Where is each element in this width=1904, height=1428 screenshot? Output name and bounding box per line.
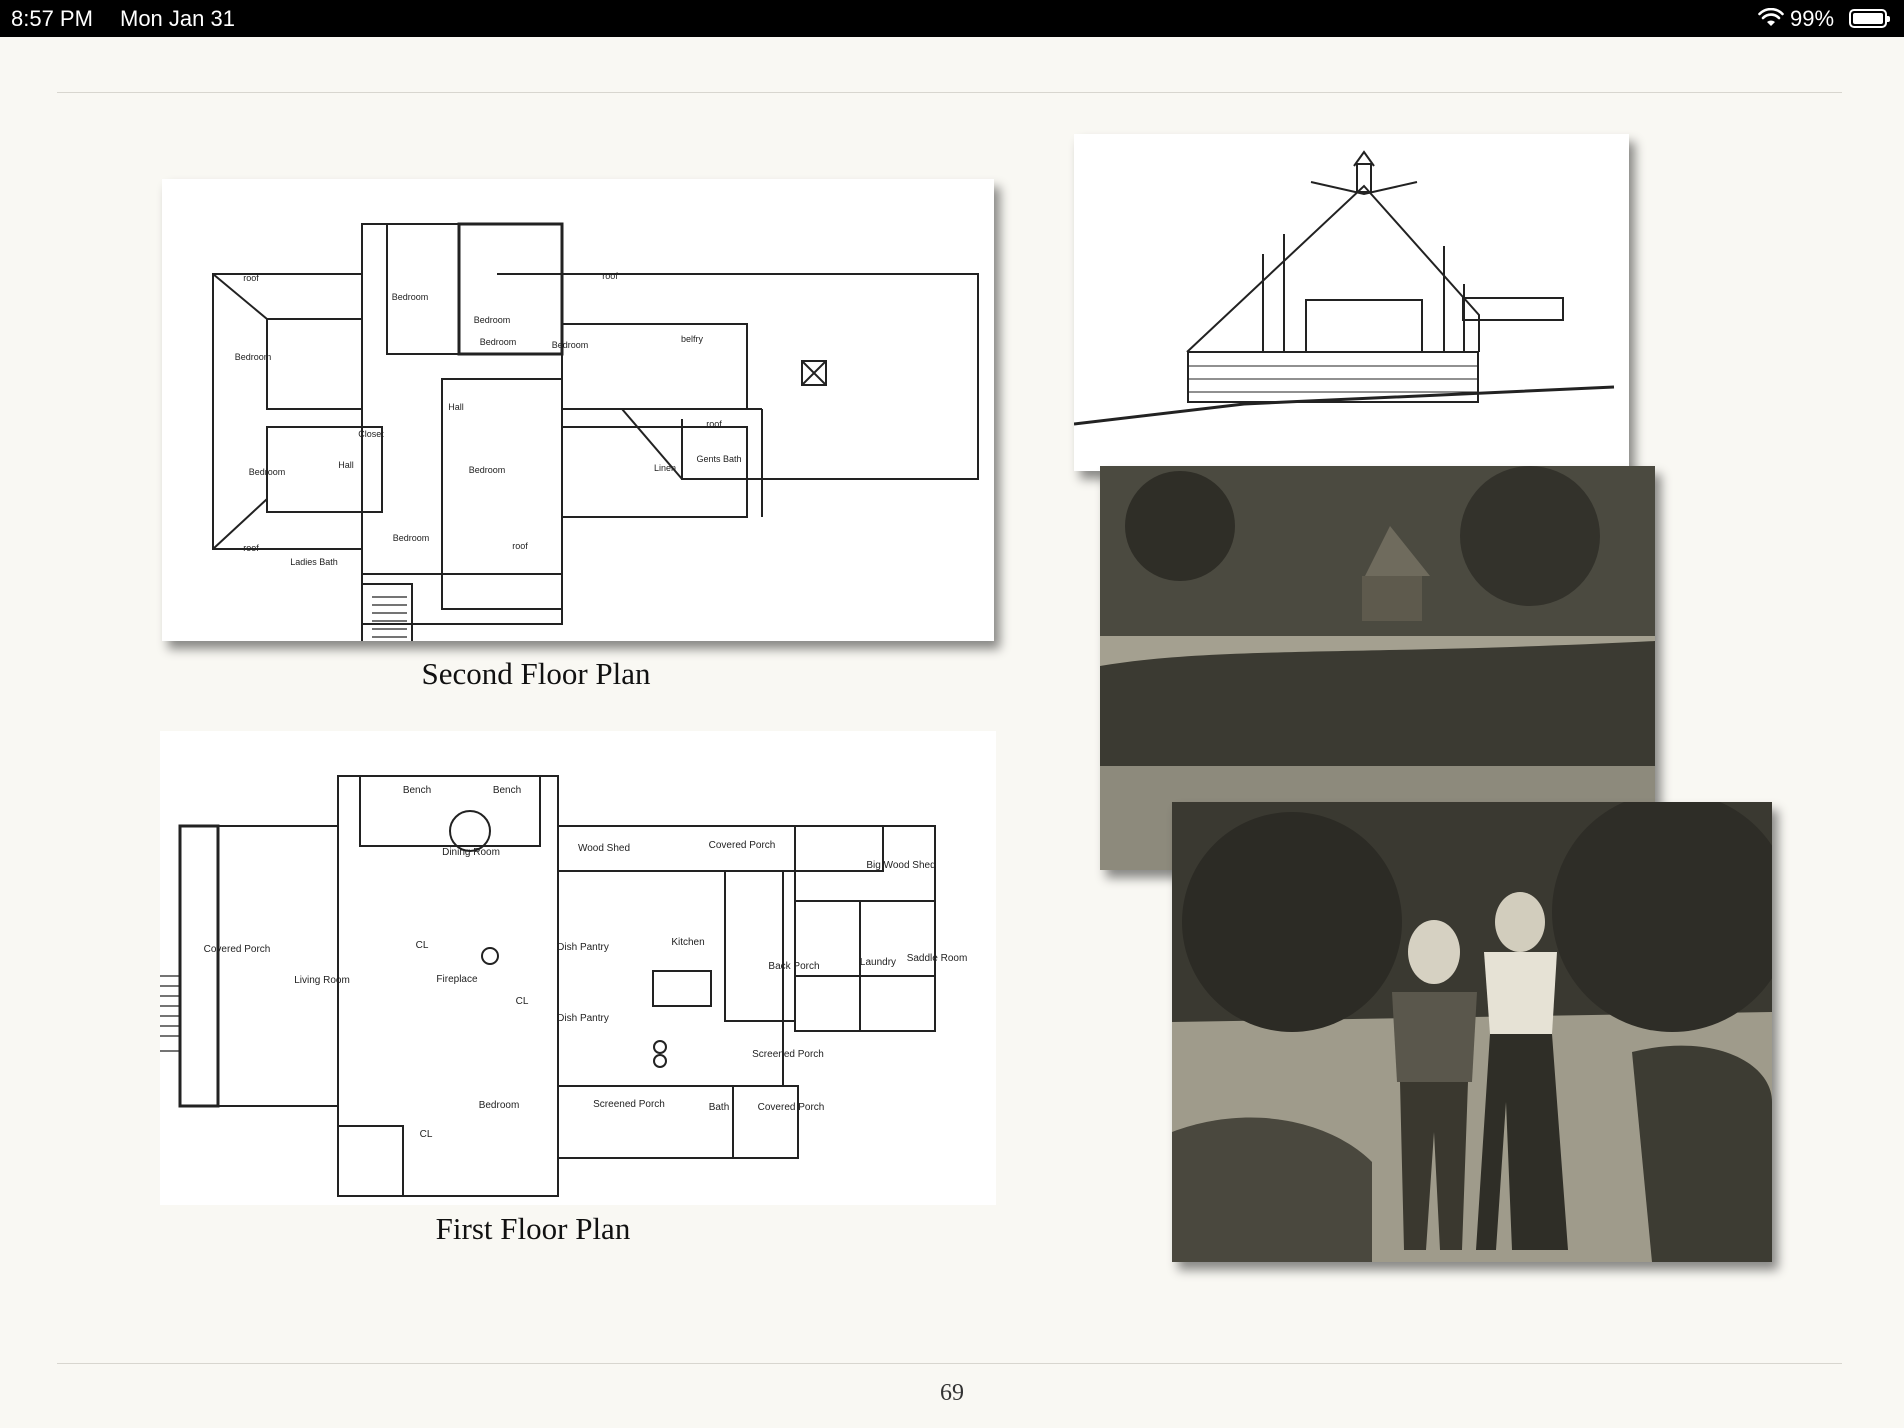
- room-label: Bedroom: [480, 337, 517, 347]
- room-label: roof: [243, 543, 259, 553]
- room-label: Bedroom: [552, 340, 589, 350]
- room-label: Closet: [358, 429, 384, 439]
- room-label: Fireplace: [436, 974, 478, 985]
- second-floor-caption: Second Floor Plan: [421, 656, 651, 691]
- room-label: Bedroom: [479, 1100, 520, 1111]
- bottom-divider: [57, 1363, 1842, 1364]
- room-label: Dining Room: [442, 847, 500, 858]
- room-label: Bath: [709, 1102, 730, 1113]
- room-label: Screened Porch: [593, 1099, 665, 1110]
- room-label: CL: [516, 996, 529, 1007]
- second-floor-labels: roof Bedroom Bedroom roof Bedroom Bedroom belf…: [235, 271, 742, 567]
- room-label: belfry: [681, 334, 704, 344]
- room-label: roof: [243, 273, 259, 283]
- status-time: 8:57 PM: [11, 6, 93, 31]
- battery-icon: [1849, 9, 1890, 28]
- room-label: Hall: [338, 460, 354, 470]
- room-label: roof: [602, 271, 618, 281]
- wifi-icon: [1758, 8, 1784, 26]
- room-label: Bedroom: [249, 467, 286, 477]
- room-label: Ladies Bath: [290, 557, 338, 567]
- room-label: Living Room: [294, 975, 350, 986]
- room-label: Wood Shed: [578, 843, 630, 854]
- room-label: Big Wood Shed: [866, 860, 935, 871]
- room-label: Gents Bath: [696, 454, 741, 464]
- room-label: Bedroom: [474, 315, 511, 325]
- room-label: roof: [706, 419, 722, 429]
- battery-fill: [1853, 13, 1883, 24]
- room-label: CL: [420, 1129, 433, 1140]
- room-label: Hall: [448, 402, 464, 412]
- barn-elevation-drawing: [1073, 134, 1629, 471]
- room-label: Laundry: [860, 957, 896, 968]
- room-label: roof: [512, 541, 528, 551]
- first-floor-caption: First Floor Plan: [435, 1211, 631, 1246]
- room-label: Screened Porch: [752, 1049, 824, 1060]
- status-date: Mon Jan 31: [120, 6, 235, 31]
- page-number: 69: [940, 1380, 964, 1406]
- couple-portrait-photo: [1172, 792, 1792, 1262]
- room-label: Bedroom: [469, 465, 506, 475]
- room-label: CL: [416, 940, 429, 951]
- room-label: Dish Pantry: [557, 942, 609, 953]
- second-floor-plan: roof Bedroom Bedroom roof Bedroom Bedroom belf…: [162, 179, 994, 660]
- room-label: Covered Porch: [758, 1102, 825, 1113]
- room-label: Bench: [403, 785, 431, 796]
- room-label: Bench: [493, 785, 521, 796]
- room-label: Dish Pantry: [557, 1013, 609, 1024]
- status-bar: 8:57 PM Mon Jan 31 99%: [0, 0, 1904, 37]
- room-label: Back Porch: [768, 961, 819, 972]
- room-label: Bedroom: [393, 533, 430, 543]
- first-floor-plan: Bench Bench Dining Room Wood Shed Covered Po…: [150, 731, 996, 1205]
- battery-percent: 99%: [1790, 6, 1835, 31]
- room-label: Kitchen: [671, 937, 704, 948]
- room-label: Saddle Room: [907, 953, 968, 964]
- room-label: Bedroom: [235, 352, 272, 362]
- room-label: Covered Porch: [709, 840, 776, 851]
- room-label: Linen: [654, 463, 676, 473]
- top-divider: [57, 92, 1842, 93]
- room-label: Bedroom: [392, 292, 429, 302]
- room-label: Covered Porch: [204, 944, 271, 955]
